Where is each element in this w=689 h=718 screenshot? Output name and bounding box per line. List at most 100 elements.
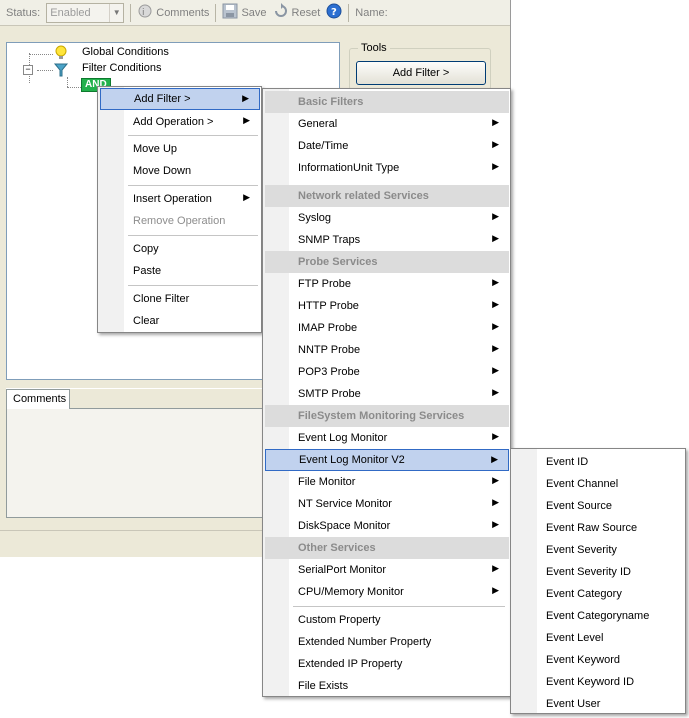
submenu-arrow-icon: ▶ <box>243 115 250 125</box>
menu-item-file-exists[interactable]: File Exists <box>265 675 509 697</box>
menu-header-network-services: Network related Services <box>265 185 509 207</box>
menu-item-label: POP3 Probe <box>298 366 360 378</box>
menu-item-informationunit-type[interactable]: InformationUnit Type ▶ <box>265 157 509 179</box>
menu-item-event-channel[interactable]: Event Channel <box>513 473 684 495</box>
menu-item-clear[interactable]: Clear <box>100 310 260 332</box>
menu-item-label: Event Raw Source <box>546 522 638 534</box>
menu-item-date-time[interactable]: Date/Time ▶ <box>265 135 509 157</box>
menu-item-label: Event Channel <box>546 478 619 490</box>
comments-button[interactable]: i Comments <box>137 3 209 22</box>
tree-item-filter-conditions[interactable]: Filter Conditions <box>82 62 161 74</box>
menu-item-label: Remove Operation <box>133 215 226 227</box>
menu-item-nntp-probe[interactable]: NNTP Probe ▶ <box>265 339 509 361</box>
menu-item-add-filter[interactable]: Add Filter > ▶ <box>100 88 260 110</box>
menu-item-syslog[interactable]: Syslog ▶ <box>265 207 509 229</box>
svg-text:i: i <box>142 8 145 18</box>
filter-type-submenu: Basic Filters General ▶ Date/Time ▶ Inform… <box>262 88 511 697</box>
menu-item-label: Extended Number Property <box>298 636 432 648</box>
menu-item-label: HTTP Probe <box>298 300 359 312</box>
submenu-arrow-icon: ▶ <box>492 233 499 243</box>
menu-item-serialport-monitor[interactable]: SerialPort Monitor ▶ <box>265 559 509 581</box>
menu-item-copy[interactable]: Copy <box>100 238 260 260</box>
menu-item-event-keyword-id[interactable]: Event Keyword ID <box>513 671 684 693</box>
menu-item-label: Extended IP Property <box>298 658 403 670</box>
menu-item-extended-number-property[interactable]: Extended Number Property <box>265 631 509 653</box>
tree-connector <box>37 70 53 71</box>
save-button[interactable]: Save <box>222 3 267 22</box>
menu-item-diskspace-monitor[interactable]: DiskSpace Monitor ▶ <box>265 515 509 537</box>
menu-item-event-id[interactable]: Event ID <box>513 451 684 473</box>
menu-item-label: Event Log Monitor V2 <box>299 454 405 466</box>
menu-item-label: Date/Time <box>298 140 349 152</box>
add-filter-button[interactable]: Add Filter > <box>356 61 486 85</box>
menu-item-event-severity[interactable]: Event Severity <box>513 539 684 561</box>
submenu-arrow-icon: ▶ <box>492 343 499 353</box>
context-menu: Add Filter > ▶ Add Operation > ▶ Move Up… <box>97 86 262 333</box>
tools-group-label: Tools <box>358 42 390 54</box>
menu-item-http-probe[interactable]: HTTP Probe ▶ <box>265 295 509 317</box>
menu-item-event-severity-id[interactable]: Event Severity ID <box>513 561 684 583</box>
menu-item-extended-ip-property[interactable]: Extended IP Property <box>265 653 509 675</box>
event-log-v2-submenu: Event ID Event Channel Event Source Even… <box>510 448 686 714</box>
menu-item-event-raw-source[interactable]: Event Raw Source <box>513 517 684 539</box>
tab-comments[interactable]: Comments <box>6 389 70 409</box>
menu-item-event-category[interactable]: Event Category <box>513 583 684 605</box>
menu-item-event-source[interactable]: Event Source <box>513 495 684 517</box>
menu-item-move-down[interactable]: Move Down <box>100 160 260 182</box>
menu-item-event-categoryname[interactable]: Event Categoryname <box>513 605 684 627</box>
submenu-arrow-icon: ▶ <box>492 365 499 375</box>
reset-button[interactable]: Reset <box>273 3 320 22</box>
menu-item-clone-filter[interactable]: Clone Filter <box>100 288 260 310</box>
menu-item-label: DiskSpace Monitor <box>298 520 391 532</box>
menu-item-move-up[interactable]: Move Up <box>100 138 260 160</box>
menu-item-nt-service-monitor[interactable]: NT Service Monitor ▶ <box>265 493 509 515</box>
submenu-arrow-icon: ▶ <box>492 299 499 309</box>
menu-item-event-keyword[interactable]: Event Keyword <box>513 649 684 671</box>
menu-item-file-monitor[interactable]: File Monitor ▶ <box>265 471 509 493</box>
submenu-arrow-icon: ▶ <box>492 211 499 221</box>
menu-item-pop3-probe[interactable]: POP3 Probe ▶ <box>265 361 509 383</box>
submenu-arrow-icon: ▶ <box>492 585 499 595</box>
name-label: Name: <box>355 6 388 19</box>
submenu-arrow-icon: ▶ <box>492 161 499 171</box>
menu-item-label: IMAP Probe <box>298 322 358 334</box>
menu-item-label: Event Log Monitor <box>298 432 388 444</box>
submenu-arrow-icon: ▶ <box>492 321 499 331</box>
tree-connector <box>29 54 53 55</box>
submenu-arrow-icon: ▶ <box>492 475 499 485</box>
help-icon[interactable]: ? <box>326 3 342 22</box>
menu-item-event-level[interactable]: Event Level <box>513 627 684 649</box>
menu-item-insert-operation[interactable]: Insert Operation ▶ <box>100 188 260 210</box>
menu-item-label: General <box>298 118 338 130</box>
menu-item-paste[interactable]: Paste <box>100 260 260 282</box>
submenu-arrow-icon: ▶ <box>242 93 249 103</box>
menu-item-event-user[interactable]: Event User <box>513 693 684 715</box>
menu-header-other-services: Other Services <box>265 537 509 559</box>
tree-connector <box>67 87 81 88</box>
status-value: Enabled <box>50 6 91 19</box>
menu-item-label: Event Severity ID <box>546 566 631 578</box>
menu-header-filesystem-services: FileSystem Monitoring Services <box>265 405 509 427</box>
status-label: Status: <box>6 6 41 19</box>
menu-item-add-operation[interactable]: Add Operation > ▶ <box>100 111 260 133</box>
menu-item-label: Insert Operation <box>133 193 212 205</box>
tree-item-global-conditions[interactable]: Global Conditions <box>82 46 169 58</box>
menu-item-smtp-probe[interactable]: SMTP Probe ▶ <box>265 383 509 405</box>
menu-item-ftp-probe[interactable]: FTP Probe ▶ <box>265 273 509 295</box>
menu-item-general[interactable]: General ▶ <box>265 113 509 135</box>
status-dropdown[interactable]: Enabled ▼ <box>46 2 125 23</box>
menu-item-label: SMTP Probe <box>298 388 361 400</box>
menu-item-label: Event Level <box>546 632 604 644</box>
menu-item-event-log-monitor[interactable]: Event Log Monitor ▶ <box>265 427 509 449</box>
menu-separator <box>128 285 258 286</box>
save-label: Save <box>241 6 267 19</box>
menu-separator <box>128 135 258 136</box>
submenu-arrow-icon: ▶ <box>492 117 499 127</box>
menu-item-imap-probe[interactable]: IMAP Probe ▶ <box>265 317 509 339</box>
menu-item-label: File Monitor <box>298 476 356 488</box>
menu-item-cpu-memory-monitor[interactable]: CPU/Memory Monitor ▶ <box>265 581 509 603</box>
menu-item-event-log-monitor-v2[interactable]: Event Log Monitor V2 ▶ <box>265 449 509 471</box>
collapse-toggle[interactable]: − <box>23 65 33 75</box>
menu-item-custom-property[interactable]: Custom Property <box>265 609 509 631</box>
menu-item-snmp-traps[interactable]: SNMP Traps ▶ <box>265 229 509 251</box>
